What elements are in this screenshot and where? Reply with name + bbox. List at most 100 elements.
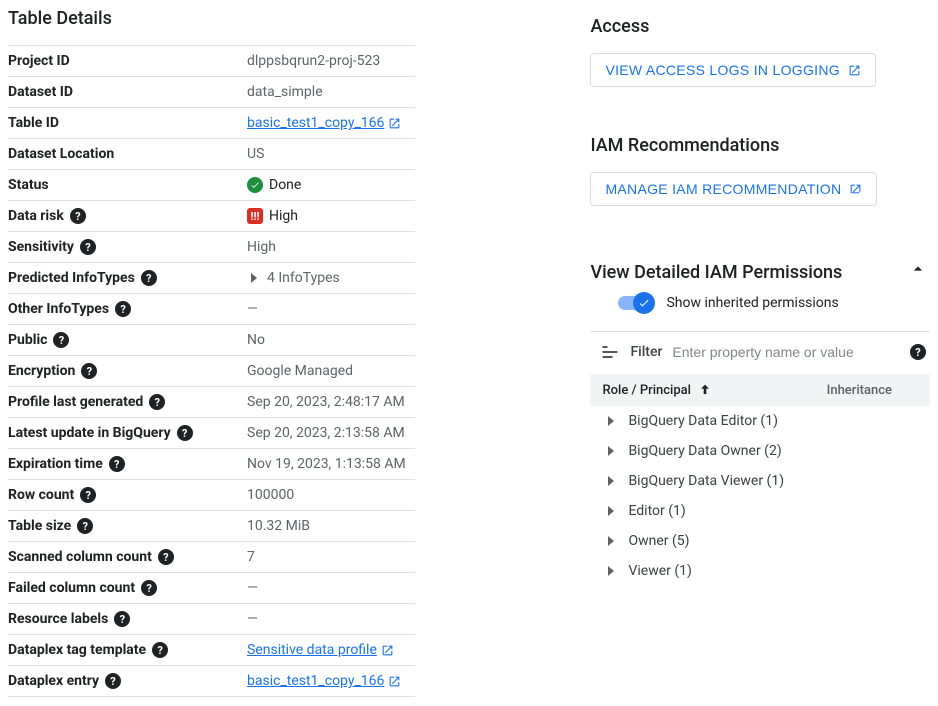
detail-row: Encryption?Google Managed bbox=[8, 355, 415, 386]
detail-value-link[interactable]: basic_test1_copy_166 bbox=[247, 673, 401, 689]
detail-label-text: Row count bbox=[8, 487, 74, 503]
detail-label-text: Status bbox=[8, 177, 49, 193]
detail-label: Row count? bbox=[8, 487, 247, 503]
detail-value: 4 InfoTypes bbox=[247, 270, 340, 286]
view-access-logs-label: VIEW ACCESS LOGS IN LOGGING bbox=[605, 62, 840, 78]
iam-permissions-section: View Detailed IAM Permissions Show inher… bbox=[590, 254, 930, 586]
detail-row: Profile last generated?Sep 20, 2023, 2:4… bbox=[8, 386, 415, 417]
detail-value: 10.32 MiB bbox=[247, 518, 310, 534]
detail-label-text: Public bbox=[8, 332, 47, 348]
role-name: Editor (1) bbox=[628, 503, 685, 519]
detail-value-link[interactable]: Sensitive data profile bbox=[247, 642, 394, 658]
detail-label-text: Predicted InfoTypes bbox=[8, 270, 135, 286]
chevron-up-icon bbox=[906, 257, 930, 281]
open-in-new-icon bbox=[848, 64, 861, 77]
detail-value: Sep 20, 2023, 2:13:58 AM bbox=[247, 425, 405, 441]
detail-label-text: Dataplex entry bbox=[8, 673, 99, 689]
detail-label-text: Table ID bbox=[8, 115, 59, 131]
detail-row: StatusDone bbox=[8, 169, 415, 200]
expand-triangle-icon[interactable] bbox=[608, 536, 614, 546]
permission-role-row[interactable]: BigQuery Data Viewer (1) bbox=[590, 466, 930, 496]
detail-value-link[interactable]: basic_test1_copy_166 bbox=[247, 115, 401, 131]
help-icon[interactable]: ? bbox=[177, 425, 193, 441]
help-icon[interactable]: ? bbox=[105, 673, 121, 689]
detail-label-text: Failed column count bbox=[8, 580, 135, 596]
detail-value: Google Managed bbox=[247, 363, 353, 379]
link-text: basic_test1_copy_166 bbox=[247, 115, 384, 131]
detail-label: Predicted InfoTypes? bbox=[8, 270, 247, 286]
role-name: Owner (5) bbox=[628, 533, 689, 549]
inherited-permissions-toggle[interactable] bbox=[618, 296, 652, 310]
detail-row: Dataset Location US bbox=[8, 138, 415, 169]
open-in-new-icon bbox=[849, 183, 862, 196]
iam-permissions-header[interactable]: View Detailed IAM Permissions bbox=[590, 254, 930, 283]
help-icon[interactable]: ? bbox=[152, 642, 168, 658]
detail-value-text: Nov 19, 2023, 1:13:58 AM bbox=[247, 456, 406, 472]
detail-value-text: No bbox=[247, 332, 265, 348]
link-text: Sensitive data profile bbox=[247, 642, 377, 658]
detail-label: Encryption? bbox=[8, 363, 247, 379]
expand-triangle-icon[interactable] bbox=[608, 506, 614, 516]
detail-label: Project ID bbox=[8, 53, 247, 69]
detail-label: Failed column count? bbox=[8, 580, 247, 596]
view-access-logs-button[interactable]: VIEW ACCESS LOGS IN LOGGING bbox=[590, 53, 876, 87]
inherited-permissions-toggle-row: Show inherited permissions bbox=[618, 295, 930, 311]
right-panel: Access VIEW ACCESS LOGS IN LOGGING IAM R… bbox=[590, 8, 930, 697]
permission-role-row[interactable]: Owner (5) bbox=[590, 526, 930, 556]
help-icon[interactable]: ? bbox=[80, 487, 96, 503]
help-icon[interactable]: ? bbox=[53, 332, 69, 348]
access-title: Access bbox=[590, 16, 930, 37]
permission-role-row[interactable]: Viewer (1) bbox=[590, 556, 930, 586]
detail-label: Resource labels? bbox=[8, 611, 247, 627]
table-details-title: Table Details bbox=[8, 8, 415, 29]
help-icon[interactable]: ? bbox=[77, 518, 93, 534]
detail-label: Scanned column count? bbox=[8, 549, 247, 565]
detail-label: Other InfoTypes? bbox=[8, 301, 247, 317]
help-icon[interactable]: ? bbox=[149, 394, 165, 410]
help-icon[interactable]: ? bbox=[910, 344, 926, 360]
filter-input[interactable] bbox=[672, 344, 900, 360]
help-icon[interactable]: ? bbox=[115, 301, 131, 317]
filter-label: Filter bbox=[630, 344, 662, 360]
access-section: Access VIEW ACCESS LOGS IN LOGGING bbox=[590, 16, 930, 111]
help-icon[interactable]: ? bbox=[114, 611, 130, 627]
detail-row: Resource labels?— bbox=[8, 603, 415, 634]
inheritance-column-header[interactable]: Inheritance bbox=[827, 383, 918, 398]
help-icon[interactable]: ? bbox=[109, 456, 125, 472]
detail-label-text: Table size bbox=[8, 518, 71, 534]
detail-value: !!!High bbox=[247, 208, 298, 224]
detail-row: Project ID dlppsbqrun2-proj-523 bbox=[8, 45, 415, 76]
permission-role-row[interactable]: BigQuery Data Editor (1) bbox=[590, 406, 930, 436]
help-icon[interactable]: ? bbox=[81, 363, 97, 379]
detail-value: US bbox=[247, 146, 264, 162]
expand-triangle-icon[interactable] bbox=[608, 416, 614, 426]
permission-role-row[interactable]: BigQuery Data Owner (2) bbox=[590, 436, 930, 466]
manage-iam-recommendation-button[interactable]: MANAGE IAM RECOMMENDATION bbox=[590, 172, 877, 206]
help-icon[interactable]: ? bbox=[70, 208, 86, 224]
help-icon[interactable]: ? bbox=[80, 239, 96, 255]
detail-row: Latest update in BigQuery?Sep 20, 2023, … bbox=[8, 417, 415, 448]
detail-row: Row count?100000 bbox=[8, 479, 415, 510]
detail-value-text: Sep 20, 2023, 2:48:17 AM bbox=[247, 394, 405, 410]
detail-label-text: Dataset Location bbox=[8, 146, 114, 162]
detail-label-text: Expiration time bbox=[8, 456, 103, 472]
expand-triangle-icon[interactable] bbox=[251, 273, 257, 283]
help-icon[interactable]: ? bbox=[158, 549, 174, 565]
expand-triangle-icon[interactable] bbox=[608, 566, 614, 576]
detail-value: dlppsbqrun2-proj-523 bbox=[247, 53, 380, 69]
help-icon[interactable]: ? bbox=[141, 580, 157, 596]
permission-role-row[interactable]: Editor (1) bbox=[590, 496, 930, 526]
help-icon[interactable]: ? bbox=[141, 270, 157, 286]
detail-label: Dataplex tag template? bbox=[8, 642, 247, 658]
detail-label: Latest update in BigQuery? bbox=[8, 425, 247, 441]
expand-triangle-icon[interactable] bbox=[608, 446, 614, 456]
expand-triangle-icon[interactable] bbox=[608, 476, 614, 486]
detail-value: No bbox=[247, 332, 265, 348]
detail-label-text: Sensitivity bbox=[8, 239, 74, 255]
detail-row: Failed column count?— bbox=[8, 572, 415, 603]
risk-high-icon: !!! bbox=[247, 208, 263, 224]
detail-row: Data risk?!!!High bbox=[8, 200, 415, 231]
detail-label: Data risk? bbox=[8, 208, 247, 224]
detail-label-text: Project ID bbox=[8, 53, 70, 69]
role-principal-column-header[interactable]: Role / Principal bbox=[602, 382, 826, 398]
